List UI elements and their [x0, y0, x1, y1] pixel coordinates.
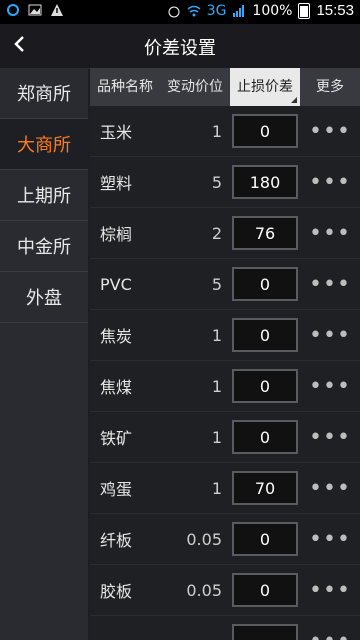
header: 价差设置 [0, 24, 360, 69]
table-row: 焦煤 1 0 ••• [90, 361, 360, 412]
tick-size: 0.05 [186, 529, 222, 549]
image-icon [28, 4, 42, 16]
stop-spread-input[interactable] [232, 624, 298, 640]
header-stop-label: 止损价差 [237, 79, 293, 95]
table-row: ••• [90, 616, 360, 640]
more-icon[interactable]: ••• [309, 221, 351, 246]
stop-spread-input[interactable]: 180 [232, 165, 298, 199]
commodity-name: 焦煤 [100, 378, 133, 397]
header-name[interactable]: 品种名称 [90, 68, 160, 106]
table-row: 玉米 1 0 ••• [90, 106, 360, 157]
stop-spread-input[interactable]: 70 [232, 471, 298, 505]
table-row: 铁矿 1 0 ••• [90, 412, 360, 463]
more-icon[interactable]: ••• [309, 323, 351, 348]
page-title: 价差设置 [144, 38, 216, 59]
header-more[interactable]: 更多 [300, 68, 360, 106]
sidebar-item-dalian[interactable]: 大商所 [0, 119, 88, 170]
wifi-icon [187, 5, 201, 16]
exchange-sidebar: 郑商所 大商所 上期所 中金所 外盘 [0, 68, 88, 640]
stop-spread-input[interactable]: 76 [232, 216, 298, 250]
more-icon[interactable]: ••• [309, 629, 351, 640]
tick-size: 2 [211, 223, 222, 243]
stop-spread-input[interactable]: 0 [232, 522, 298, 556]
network-type: 3G [206, 2, 227, 19]
status-bar: 3G 100% 15:53 [0, 0, 360, 24]
table-rows: 玉米 1 0 ••• 塑料 5 180 ••• 棕榈 2 76 ••• PVC … [90, 106, 360, 640]
table-header: 品种名称 变动价位 止损价差 更多 [90, 68, 360, 106]
more-icon[interactable]: ••• [309, 425, 351, 450]
stop-spread-input[interactable]: 0 [232, 420, 298, 454]
sidebar-item-zhengzhou[interactable]: 郑商所 [0, 68, 88, 119]
stop-spread-input[interactable]: 0 [232, 318, 298, 352]
more-icon[interactable]: ••• [309, 476, 351, 501]
warning-icon [51, 4, 63, 16]
commodity-name: 焦炭 [100, 327, 133, 346]
table-row: 鸡蛋 1 70 ••• [90, 463, 360, 514]
tick-size: 1 [211, 427, 222, 447]
sync-icon [7, 4, 19, 16]
more-icon[interactable]: ••• [309, 272, 351, 297]
more-icon[interactable]: ••• [309, 527, 351, 552]
tick-size: 5 [211, 172, 222, 192]
tick-size: 1 [211, 325, 222, 345]
table-row: 焦炭 1 0 ••• [90, 310, 360, 361]
more-icon[interactable]: ••• [309, 374, 351, 399]
commodity-name: 鸡蛋 [100, 480, 133, 499]
tick-size: 1 [211, 376, 222, 396]
clock: 15:53 [316, 2, 354, 19]
stop-spread-input[interactable]: 0 [232, 573, 298, 607]
status-right-icons: 3G 100% 15:53 [167, 2, 354, 19]
commodity-name: 胶板 [100, 582, 133, 601]
table-row: 塑料 5 180 ••• [90, 157, 360, 208]
tick-size: 5 [211, 274, 222, 294]
header-stop[interactable]: 止损价差 [230, 68, 300, 106]
more-icon[interactable]: ••• [309, 119, 351, 144]
stop-spread-input[interactable]: 0 [232, 369, 298, 403]
table-row: 棕榈 2 76 ••• [90, 208, 360, 259]
table-row: PVC 5 0 ••• [90, 259, 360, 310]
tick-size: 1 [211, 121, 222, 141]
tick-size: 0.05 [186, 580, 222, 600]
signal-icon [233, 4, 245, 17]
sidebar-item-shanghai[interactable]: 上期所 [0, 170, 88, 221]
table-row: 胶板 0.05 0 ••• [90, 565, 360, 616]
stop-spread-input[interactable]: 0 [232, 267, 298, 301]
commodity-name: PVC [100, 274, 132, 294]
sidebar-item-foreign[interactable]: 外盘 [0, 272, 88, 323]
tick-size: 1 [211, 478, 222, 498]
spread-table: 品种名称 变动价位 止损价差 更多 玉米 1 0 ••• 塑料 5 180 ••… [90, 68, 360, 640]
stop-spread-input[interactable]: 0 [232, 114, 298, 148]
commodity-name: 棕榈 [100, 225, 133, 244]
sidebar-item-cffex[interactable]: 中金所 [0, 221, 88, 272]
header-tick[interactable]: 变动价位 [160, 68, 230, 106]
alarm-icon [168, 6, 180, 17]
battery-percent: 100% [252, 2, 293, 19]
more-icon[interactable]: ••• [309, 578, 351, 603]
commodity-name: 玉米 [100, 123, 133, 142]
commodity-name: 铁矿 [100, 429, 133, 448]
sort-indicator-icon [291, 97, 297, 103]
status-left-icons [6, 3, 64, 17]
battery-icon [298, 2, 311, 19]
more-icon[interactable]: ••• [309, 170, 351, 195]
commodity-name: 塑料 [100, 174, 133, 193]
commodity-name: 纤板 [100, 531, 133, 550]
table-row: 纤板 0.05 0 ••• [90, 514, 360, 565]
